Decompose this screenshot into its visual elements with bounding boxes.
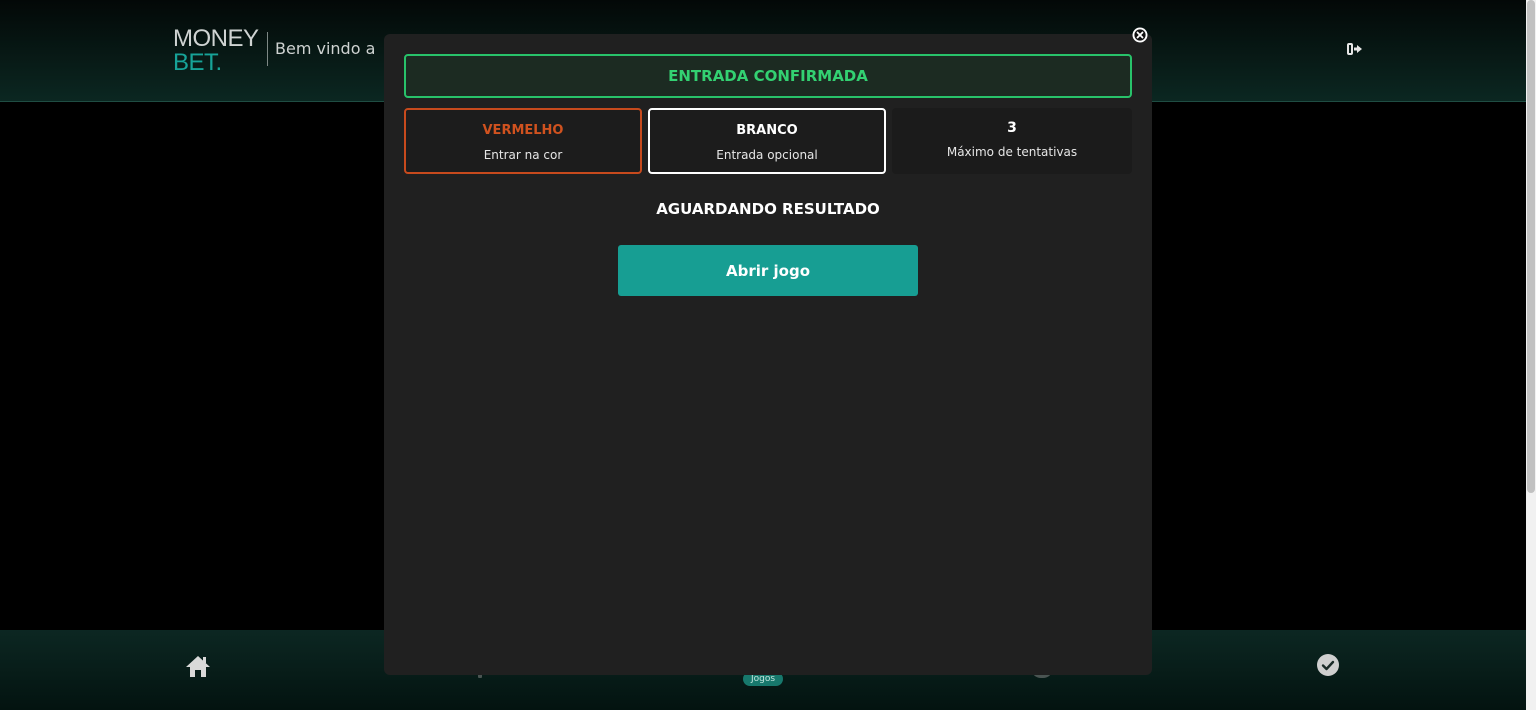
- card-subtitle: Entrada opcional: [716, 148, 818, 162]
- max-attempts-card: 3 Máximo de tentativas: [892, 108, 1132, 174]
- check-circle-icon[interactable]: [1316, 653, 1340, 677]
- logo-divider: [267, 32, 268, 66]
- entry-confirmed-banner: ENTRADA CONFIRMADA: [404, 54, 1132, 98]
- color-card-red: VERMELHO Entrar na cor: [404, 108, 642, 174]
- card-subtitle: Máximo de tentativas: [946, 145, 1078, 159]
- max-attempts-value: 3: [1007, 120, 1017, 136]
- card-subtitle: Entrar na cor: [483, 148, 563, 162]
- open-game-button[interactable]: Abrir jogo: [618, 245, 918, 296]
- home-icon[interactable]: [185, 654, 211, 678]
- app-screen: MONEY BET. Bem vindo a Jogos ENTRADA CON…: [0, 0, 1536, 710]
- logout-icon[interactable]: [1346, 40, 1364, 58]
- close-circle-icon[interactable]: [1131, 26, 1149, 44]
- waiting-result-text: AGUARDANDO RESULTADO: [656, 200, 880, 218]
- card-title: VERMELHO: [482, 123, 564, 138]
- card-title: BRANCO: [736, 123, 798, 138]
- moneybet-logo[interactable]: MONEY BET.: [173, 27, 263, 77]
- page-scrollbar-thumb[interactable]: [1527, 0, 1535, 493]
- welcome-text: Bem vindo a: [275, 39, 376, 58]
- color-card-white: BRANCO Entrada opcional: [648, 108, 886, 174]
- logo-text-bet: BET.: [173, 49, 222, 76]
- logo-text-money: MONEY: [173, 25, 259, 52]
